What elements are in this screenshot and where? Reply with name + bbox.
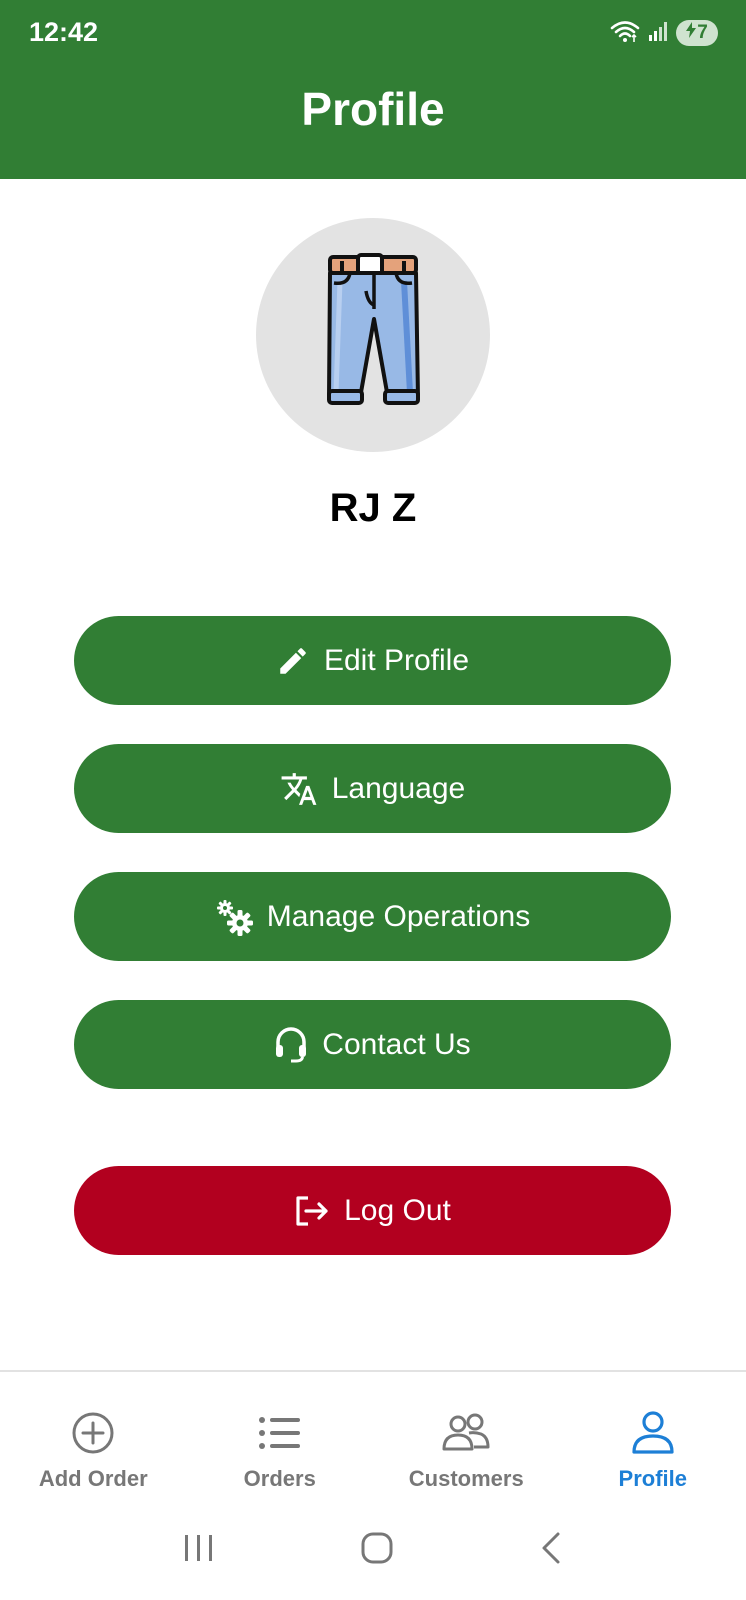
jeans-icon [318,252,428,418]
nav-add-order[interactable]: Add Order [0,1372,187,1500]
gears-icon [215,898,253,936]
log-out-label: Log Out [344,1193,451,1227]
status-icons: 7 [610,18,718,48]
nav-profile[interactable]: Profile [560,1372,746,1500]
contact-us-button[interactable]: Contact Us [74,1000,671,1089]
user-name: RJ Z [329,486,417,530]
battery-level: 7 [697,22,708,43]
nav-orders-label: Orders [243,1466,316,1491]
recent-apps-icon[interactable] [182,1533,216,1568]
language-label: Language [331,771,466,805]
language-button[interactable]: Language [74,744,671,833]
edit-profile-label: Edit Profile [323,643,470,677]
nav-orders[interactable]: Orders [187,1372,374,1500]
back-icon[interactable] [538,1531,564,1570]
battery-indicator: 7 [676,20,718,46]
nav-add-order-label: Add Order [38,1466,148,1491]
wifi-icon [610,19,640,48]
contact-us-label: Contact Us [322,1027,471,1061]
app-header: 12:42 7 Profile [0,0,746,179]
edit-profile-button[interactable]: Edit Profile [74,616,671,705]
list-icon [258,1408,302,1458]
signal-icon [648,20,668,47]
manage-operations-label: Manage Operations [266,899,531,933]
person-icon [631,1408,675,1458]
nav-customers[interactable]: Customers [373,1372,560,1500]
system-navigation-bar [0,1500,746,1600]
log-out-icon [294,1195,330,1227]
nav-profile-label: Profile [618,1466,687,1491]
nav-customers-label: Customers [408,1466,524,1491]
avatar [256,218,490,452]
headset-icon [274,1026,308,1063]
charging-icon [686,22,697,44]
add-circle-icon [71,1408,115,1458]
status-time: 12:42 [29,17,99,47]
home-icon[interactable] [360,1531,394,1570]
log-out-button[interactable]: Log Out [74,1166,671,1255]
translate-icon [280,770,318,808]
page-title: Profile [301,83,445,135]
pencil-icon [276,644,310,678]
bottom-nav: Add Order Orders Customers Profile [0,1372,746,1500]
manage-operations-button[interactable]: Manage Operations [74,872,671,961]
people-icon [441,1408,491,1458]
